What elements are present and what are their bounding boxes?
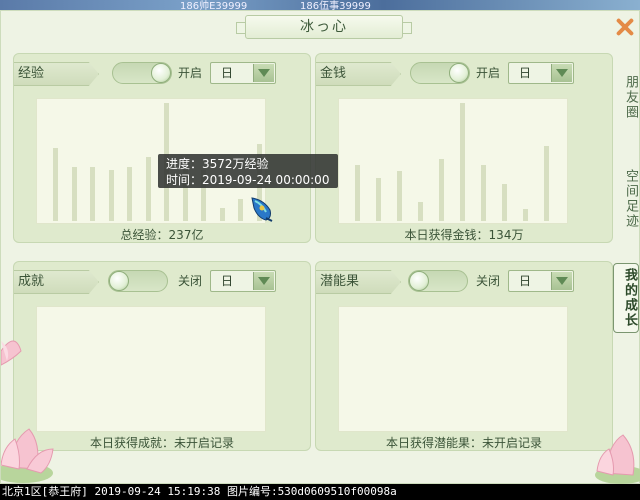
toggle-knob	[449, 63, 469, 83]
money-chart[interactable]	[338, 98, 568, 224]
chart-bar[interactable]	[439, 159, 444, 221]
potential-period-value: 日	[519, 274, 532, 288]
exp-caption: 总经验：237亿	[120, 228, 204, 242]
tab-space-footprint[interactable]: 空间足迹	[613, 169, 639, 229]
chart-bar[interactable]	[90, 167, 95, 221]
money-period-select[interactable]: 日	[508, 62, 574, 84]
money-caption: 本日获得金钱：134万	[404, 228, 524, 242]
achievement-period-select[interactable]: 日	[210, 270, 276, 292]
chart-bar[interactable]	[481, 165, 486, 221]
chevron-down-icon	[551, 272, 572, 290]
chart-bar[interactable]	[376, 178, 381, 221]
money-panel: 金钱 开启 日 本日获得金钱：134万	[315, 53, 613, 243]
chart-bar[interactable]	[71, 167, 77, 221]
status-bar: 北京1区[恭王府] 2019-09-24 15:19:38 图片编号:530d0…	[0, 484, 640, 500]
exp-toggle-state: 开启	[178, 66, 203, 80]
tooltip-time: 时间：2019-09-24 00:00:00	[166, 173, 330, 187]
money-label: 金钱	[316, 62, 401, 86]
potential-toggle-state: 关闭	[476, 274, 501, 288]
achievement-toggle[interactable]	[108, 270, 168, 292]
toggle-knob	[151, 63, 171, 83]
achievement-label: 成就	[14, 270, 99, 294]
chevron-down-icon	[253, 64, 274, 82]
tab-friends-circle[interactable]: 朋友圈	[613, 75, 639, 120]
player-name-1: 186帅E39999	[180, 1, 248, 10]
chart-bar[interactable]	[53, 148, 58, 221]
money-period-value: 日	[519, 66, 532, 80]
chart-bar[interactable]	[145, 157, 151, 221]
achievement-toggle-state: 关闭	[178, 274, 203, 288]
lotus-decoration-left-upper	[1, 340, 22, 366]
chart-bar[interactable]	[238, 199, 243, 221]
tooltip-progress: 进度：3572万经验	[166, 157, 269, 171]
potential-chart	[338, 306, 568, 432]
chevron-down-icon	[253, 272, 274, 290]
chart-bar[interactable]	[355, 165, 360, 221]
chart-bar[interactable]	[502, 184, 507, 221]
top-game-strip: 186帅E39999 186伍事39999	[0, 0, 640, 10]
potential-label: 潜能果	[316, 270, 401, 294]
lotus-decoration-left	[1, 428, 54, 483]
potential-toggle[interactable]	[408, 270, 468, 292]
achievement-period-value: 日	[221, 274, 234, 288]
chart-bar[interactable]	[418, 202, 423, 221]
exp-label: 经验	[14, 62, 99, 86]
exp-toggle[interactable]	[112, 62, 172, 84]
money-toggle-state: 开启	[476, 66, 501, 80]
window-title-bar: 冰っ心	[236, 15, 412, 39]
chart-bar[interactable]	[219, 208, 225, 221]
chart-bar[interactable]	[523, 209, 528, 221]
chevron-down-icon	[551, 64, 572, 82]
exp-period-select[interactable]: 日	[210, 62, 276, 84]
chart-bar[interactable]	[108, 170, 114, 221]
tab-my-growth[interactable]: 我的成长	[613, 263, 639, 333]
toggle-knob	[109, 271, 129, 291]
chart-bar[interactable]	[544, 146, 549, 221]
feather-cursor-icon	[251, 197, 273, 222]
close-button[interactable]	[613, 15, 637, 39]
growth-window: 冰っ心 朋友圈 空间足迹 我的成长 经验 开启 日 总经验：237亿 金钱 开启…	[0, 10, 640, 484]
window-title: 冰っ心	[300, 19, 348, 35]
exp-period-value: 日	[221, 66, 234, 80]
money-toggle[interactable]	[410, 62, 470, 84]
player-name-2: 186伍事39999	[300, 1, 371, 10]
lotus-decoration-right	[595, 434, 640, 484]
achievement-chart	[36, 306, 266, 432]
potential-panel: 潜能果 关闭 日 本日获得潜能果：未开启记录	[315, 261, 613, 451]
chart-bar[interactable]	[127, 167, 132, 221]
toggle-knob	[409, 271, 429, 291]
potential-period-select[interactable]: 日	[508, 270, 574, 292]
chart-tooltip: 进度：3572万经验 时间：2019-09-24 00:00:00	[158, 154, 338, 188]
chart-bar[interactable]	[397, 171, 402, 221]
potential-caption: 本日获得潜能果：未开启记录	[385, 436, 542, 450]
chart-bar[interactable]	[460, 103, 465, 221]
